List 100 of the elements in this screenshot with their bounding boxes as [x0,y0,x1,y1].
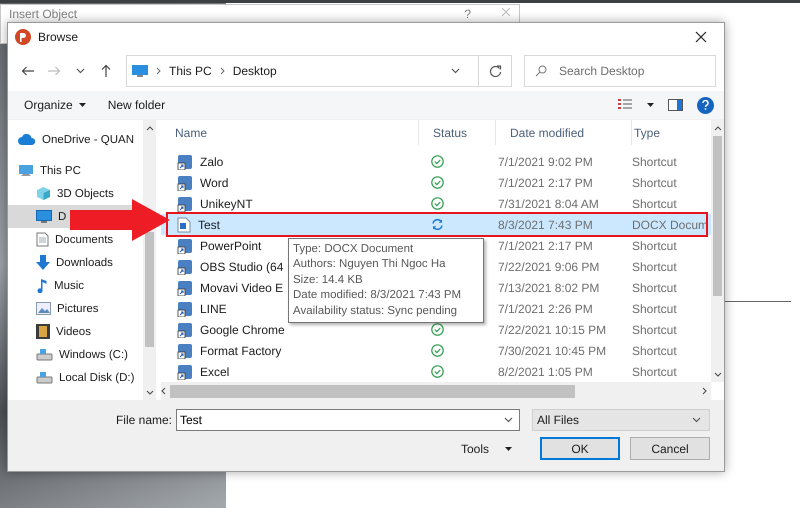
sidebar-item[interactable]: Downloads [36,255,113,270]
help-icon[interactable] [697,96,714,114]
chevron-down-icon [504,417,513,423]
column-header[interactable]: Type [634,126,660,140]
column-header[interactable]: Date modified [510,126,584,140]
file-item[interactable]: Excel [177,364,230,380]
file-type: Shortcut [632,238,677,252]
breadcrumb[interactable]: This PC [169,64,212,78]
app-shortcut-icon [177,154,193,170]
horizontal-scrollbar[interactable] [161,382,711,400]
sidebar-item[interactable]: D [36,210,66,223]
tools-button[interactable]: Tools [454,440,518,456]
music-note-icon [36,278,48,293]
file-item[interactable]: PowerPoint [177,238,262,254]
file-item[interactable]: UnikeyNT [177,196,253,212]
date-modified: 7/1/2021 2:26 PM [498,302,593,316]
monitor-icon [132,65,148,77]
chevron-right-icon [220,67,225,75]
film-icon [36,324,50,339]
sidebar-item[interactable]: Music [36,278,84,293]
date-modified: 7/22/2021 9:06 PM [498,260,600,274]
monitor-icon [36,210,52,223]
sidebar-item[interactable]: This PC [18,164,81,178]
date-modified: 7/1/2021 2:17 PM [498,176,593,190]
document-icon [36,232,49,247]
file-type: Shortcut [632,196,677,210]
app-shortcut-icon [177,174,193,190]
app-shortcut-icon [177,364,193,380]
sidebar-item[interactable]: Pictures [36,302,99,315]
scroll-down-icon[interactable] [146,390,154,394]
download-arrow-icon [36,255,50,270]
cancel-button[interactable]: Cancel [630,437,710,460]
file-type-dropdown[interactable]: All Files [532,409,710,431]
file-item[interactable]: Movavi Video E [177,280,284,296]
file-type: Shortcut [632,260,677,274]
app-shortcut-icon [177,280,193,296]
app-shortcut-icon [177,300,193,316]
window-title: Browse [38,30,80,44]
scroll-up-icon[interactable] [714,126,722,130]
presentation-app-icon [15,29,31,45]
date-modified: 7/1/2021 9:02 PM [498,154,593,168]
sidebar-item[interactable]: Videos [36,324,91,339]
caret-icon [505,446,512,450]
file-item[interactable]: Word [177,174,228,190]
tooltip-line: Type: DOCX Document [293,242,414,257]
date-modified: 7/30/2021 10:45 PM [498,344,606,358]
sidebar-item[interactable]: Documents [36,232,114,247]
file-name-label: File name: [114,413,173,427]
background-dialog-title: Insert Object [9,7,78,21]
search-field[interactable]: Search Desktop [524,55,716,87]
file-type: Shortcut [632,302,677,316]
back-arrow-icon[interactable] [21,66,35,76]
file-item[interactable]: OBS Studio (64 [177,258,284,274]
address-bar[interactable]: This PC Desktop [126,55,512,87]
breadcrumb[interactable]: Desktop [232,64,277,78]
column-header[interactable]: Name [175,126,208,140]
file-name-field[interactable]: Test [176,409,520,431]
scroll-down-icon[interactable] [714,372,722,376]
sidebar-item[interactable]: 3D Objects [36,186,114,201]
sidebar-item[interactable]: Local Disk (D:) [36,371,134,384]
scroll-left-icon[interactable] [161,387,166,395]
drive-icon [36,348,53,361]
sidebar-item[interactable]: OneDrive - QUAN [18,134,134,146]
new-folder-button[interactable]: New folder [108,96,166,114]
computer-icon [18,164,34,178]
file-item[interactable]: Zalo [177,154,224,170]
sidebar-scrollbar[interactable] [143,120,156,400]
search-icon [535,65,547,77]
up-arrow-icon[interactable] [101,64,111,78]
dropdown-chevron-icon [450,68,460,74]
date-modified: 7/1/2021 2:17 PM [498,238,593,252]
file-type: Shortcut [632,280,677,294]
file-item[interactable]: Test [177,216,220,232]
date-modified: 7/13/2021 8:02 PM [498,280,600,294]
file-item[interactable]: LINE [177,300,227,316]
app-shortcut-icon [177,322,193,338]
file-item[interactable]: Format Factory [177,342,282,358]
close-icon[interactable] [695,31,707,43]
app-shortcut-icon [177,258,193,274]
tooltip-line: Authors: Nguyen Thi Ngoc Ha [293,257,447,272]
file-type: Shortcut [632,154,677,168]
help-button[interactable]: ? [464,7,471,21]
organize-button[interactable]: Organize [24,96,86,114]
preview-pane-icon[interactable] [668,99,683,111]
sidebar-item[interactable]: Windows (C:) [36,348,128,361]
list-scrollbar[interactable] [711,120,724,382]
chevron-right-icon [156,67,161,75]
date-modified: 8/3/2021 7:43 PM [498,218,593,232]
ok-button[interactable]: OK [540,437,620,460]
view-options-icon[interactable] [617,98,633,112]
refresh-icon[interactable] [488,64,502,78]
column-header[interactable]: Status [433,126,468,140]
file-item[interactable]: Google Chrome [177,322,285,338]
tooltip-line: Availability status: Sync pending [293,304,458,319]
drive-icon [36,371,53,384]
scroll-right-icon[interactable] [702,387,707,395]
picture-icon [36,302,51,315]
scroll-up-icon[interactable] [146,126,154,130]
caret-icon [647,103,654,107]
app-shortcut-icon [177,238,193,254]
